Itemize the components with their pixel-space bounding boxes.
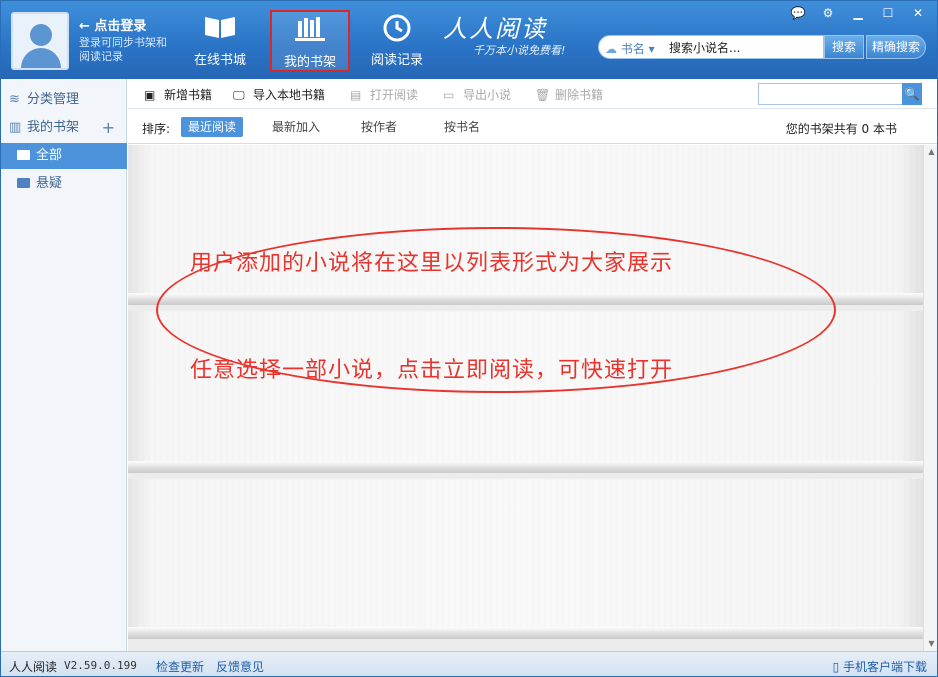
shelf-search-input[interactable] [758, 83, 922, 105]
login-subtitle: 登录可同步书架和阅读记录 [79, 36, 167, 63]
search-input[interactable] [669, 38, 819, 56]
open-book-icon: ▤ [350, 88, 362, 102]
shelf-row [128, 479, 923, 627]
brand-slogan: 千万本小说免费看! [473, 44, 566, 57]
folder-icon [17, 178, 30, 188]
status-app-name: 人人阅读 [9, 660, 58, 674]
nav-label: 我的书架 [283, 55, 336, 70]
toolbar-label: 导出小说 [463, 88, 512, 102]
nav-label: 阅读记录 [370, 53, 423, 68]
sidebar-category-manage[interactable]: ≋ 分类管理 [1, 87, 127, 113]
chat-icon[interactable]: 💬 [783, 3, 813, 23]
app-window: ← 点击登录 登录可同步书架和阅读记录 在线书城 我的书架 阅读记录 人人阅读 … [0, 0, 938, 677]
window-controls: 💬 ⚙ ▁ ☐ ✕ [783, 3, 933, 23]
check-update-link[interactable]: 检查更新 [156, 658, 204, 675]
delete-book-button[interactable]: 🗑 删除书籍 [535, 86, 603, 103]
mobile-download-link[interactable]: ▯ 手机客户端下载 [833, 658, 927, 675]
nav-my-shelf[interactable]: 我的书架 [270, 10, 350, 72]
search-box: ☁ 书名 ▾ [598, 35, 824, 59]
maximize-icon[interactable]: ☐ [873, 3, 903, 23]
sidebar-folder-all[interactable]: 全部 [1, 143, 127, 169]
sort-bar: 排序: 最近阅读 最新加入 按作者 按书名 您的书架共有 0 本书 [128, 110, 937, 144]
cloud-icon: ☁ [605, 42, 617, 56]
bookshelf-icon [293, 15, 327, 45]
toolbar-label: 导入本地书籍 [253, 88, 326, 102]
monitor-icon: 🖵 [233, 88, 245, 102]
toolbar: ▣ 新增书籍 🖵 导入本地书籍 ▤ 打开阅读 ▭ 导出小说 🗑 删除书籍 🔍 [128, 79, 937, 109]
import-local-button[interactable]: 🖵 导入本地书籍 [233, 86, 325, 103]
search-icon[interactable]: 🔍 [902, 83, 922, 105]
scroll-up-icon[interactable]: ▲ [924, 145, 937, 159]
precise-search-button[interactable]: 精确搜索 [866, 35, 926, 59]
sort-by-title[interactable]: 按书名 [437, 117, 487, 137]
sort-recent-read[interactable]: 最近阅读 [181, 117, 244, 137]
sort-newest-added[interactable]: 最新加入 [265, 117, 327, 137]
sort-label: 排序: [142, 122, 171, 136]
book-count: 您的书架共有 0 本书 [785, 122, 897, 136]
status-bar: 人人阅读 V2.59.0.199 检查更新 反馈意见 ▯ 手机客户端下载 [1, 651, 937, 676]
annotation-ellipse [156, 227, 836, 393]
scroll-down-icon[interactable]: ▼ [924, 637, 937, 651]
scrollbar[interactable]: ▲ ▼ [923, 145, 937, 651]
export-icon: ▭ [443, 88, 455, 102]
add-book-button[interactable]: ▣ 新增书籍 [144, 86, 212, 103]
trash-icon: 🗑 [535, 88, 551, 102]
search-type-dropdown[interactable]: ☁ 书名 ▾ [605, 40, 655, 57]
toolbar-label: 打开阅读 [370, 88, 419, 102]
sidebar-folder-suspense[interactable]: 悬疑 [1, 171, 127, 197]
shelf-plank [128, 461, 923, 473]
sidebar-my-shelf[interactable]: ▥ 我的书架 + [1, 115, 127, 141]
add-category-icon[interactable]: + [102, 115, 115, 141]
toolbar-label: 新增书籍 [164, 88, 213, 102]
nav-reading-history[interactable]: 阅读记录 [357, 10, 437, 72]
minimize-icon[interactable]: ▁ [843, 3, 873, 23]
nav-label: 在线书城 [193, 53, 246, 68]
feedback-link[interactable]: 反馈意见 [216, 658, 264, 675]
sidebar-label: 全部 [36, 148, 63, 163]
folder-icon [17, 150, 30, 160]
toolbar-label: 删除书籍 [555, 88, 604, 102]
search-button[interactable]: 搜索 [824, 35, 864, 59]
gear-icon[interactable]: ⚙ [813, 3, 843, 23]
search-type-label: 书名 [620, 42, 645, 56]
bookshelf-icon: ▥ [9, 120, 22, 135]
export-novel-button[interactable]: ▭ 导出小说 [443, 86, 511, 103]
header: ← 点击登录 登录可同步书架和阅读记录 在线书城 我的书架 阅读记录 人人阅读 … [1, 1, 937, 79]
brand-title: 人人阅读 [443, 15, 547, 43]
close-icon[interactable]: ✕ [903, 3, 933, 23]
sidebar-label: 分类管理 [27, 92, 80, 107]
sidebar-label: 我的书架 [27, 120, 80, 135]
open-read-button[interactable]: ▤ 打开阅读 [350, 86, 418, 103]
status-version: V2.59.0.199 [64, 659, 137, 672]
phone-icon: ▯ [832, 660, 843, 674]
shelf-plank [128, 627, 923, 639]
layers-icon: ≋ [9, 92, 20, 107]
login-link[interactable]: ← 点击登录 [79, 15, 146, 34]
brand: 人人阅读 千万本小说免费看! [443, 9, 565, 58]
bookshelf-area: 用户添加的小说将在这里以列表形式为大家展示 任意选择一部小说，点击立即阅读，可快… [128, 145, 923, 651]
sidebar: ≋ 分类管理 ▥ 我的书架 + 全部 悬疑 [1, 79, 127, 651]
nav-online-store[interactable]: 在线书城 [180, 10, 260, 72]
clock-icon [380, 13, 414, 43]
sidebar-label: 悬疑 [36, 176, 63, 191]
avatar-head [30, 24, 52, 46]
book-open-icon [203, 13, 237, 43]
sort-by-author[interactable]: 按作者 [354, 117, 404, 137]
avatar-body [21, 48, 61, 68]
avatar[interactable] [11, 12, 69, 70]
add-book-icon: ▣ [144, 88, 156, 102]
mobile-download-label: 手机客户端下载 [842, 660, 927, 674]
